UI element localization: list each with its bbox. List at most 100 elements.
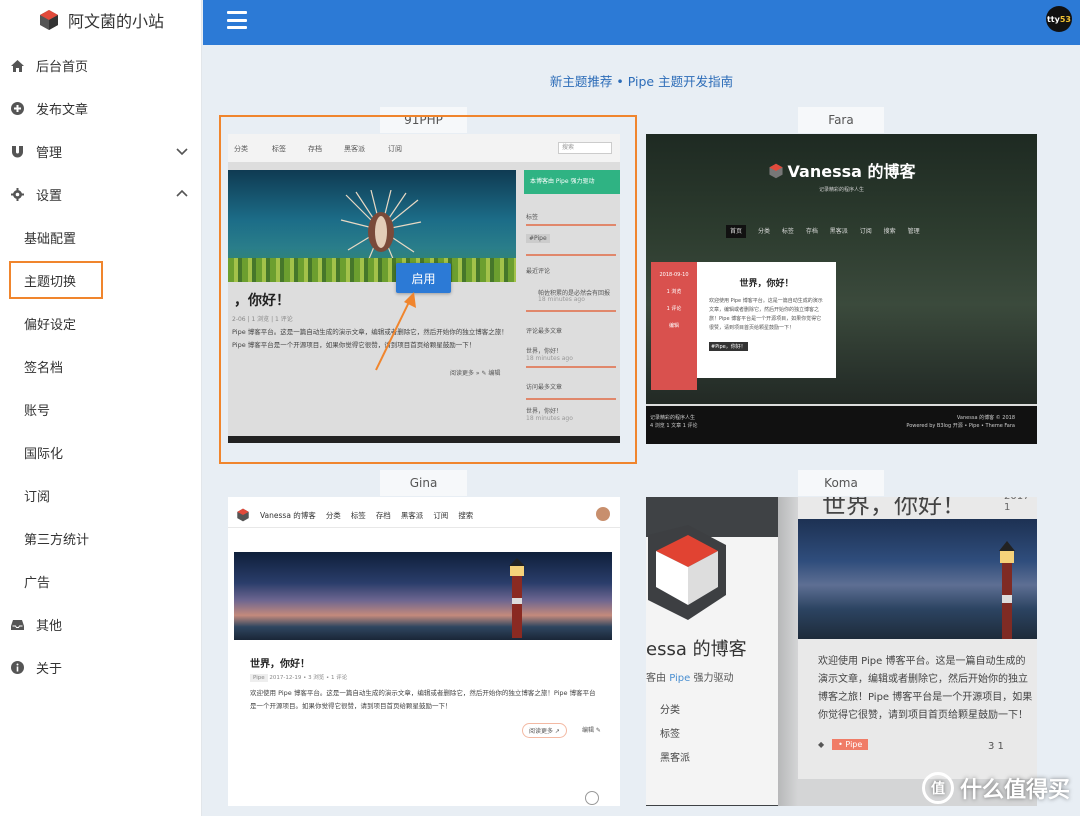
preview-footer-right: Vanessa 的博客 © 2018 Powered by B3log 开源 • … — [906, 414, 1015, 430]
sidebar-subitem-account[interactable]: 账号 — [0, 388, 201, 431]
preview-tag: #Pipe — [526, 234, 550, 243]
preview-nav-item: 黑客派 — [660, 753, 690, 764]
preview-meta-text: 2017-12-19 • 3 浏览 • 1 评论 — [269, 675, 348, 681]
sidebar-item-label: 发布文章 — [36, 103, 89, 118]
preview-nav-item: 管理 — [907, 228, 920, 235]
theme-card-fara[interactable]: Vanessa 的博客 记录精彩的程序人生 首页 分类 标签 存档 黑客派 订阅… — [646, 134, 1037, 444]
avatar-text: tty — [1046, 14, 1060, 24]
sidebar-item-about[interactable]: 关于 — [0, 646, 201, 689]
preview-side-heading: 最近评论 — [526, 268, 551, 275]
preview-blog-subtitle: 记录精彩的程序人生 — [818, 187, 864, 193]
preview-nav-item: 存档 — [805, 228, 818, 235]
preview-navbar: Vanessa 的博客 分类 标签 存档 黑客派 订阅 搜索 — [236, 505, 612, 525]
menu-icon[interactable] — [227, 11, 247, 29]
plus-circle-icon — [10, 102, 24, 116]
preview-side-link: 世界，你好！ — [526, 408, 563, 415]
sidebar-item-label: 后台首页 — [36, 60, 89, 75]
preview-nav-item: 标签 — [781, 228, 794, 235]
sidebar-subitem-preference[interactable]: 偏好设定 — [0, 302, 201, 345]
sidebar-item-manage[interactable]: 管理 — [0, 130, 201, 173]
preview-post-meta: Pipe 2017-12-19 • 3 浏览 • 1 评论 — [250, 673, 348, 682]
theme-card-koma[interactable]: essa 的博客 客由 Pipe 强力驱动 分类 标签 黑客派 世界，你好！ 2… — [646, 497, 1037, 806]
preview-navbar: 首页 分类 标签 存档 黑客派 订阅 搜索 管理 — [726, 225, 930, 238]
logo-icon — [237, 508, 249, 522]
sidebar-subitem-basic[interactable]: 基础配置 — [0, 216, 201, 259]
preview-read-more: 阅读更多 ↗ — [522, 723, 567, 738]
recommend-link[interactable]: 新主题推荐 • Pipe 主题开发指南 — [203, 71, 1080, 90]
preview-read-more: 阅读更多 » ✎ 编辑 — [450, 370, 501, 377]
enable-theme-button[interactable]: 启用 — [396, 263, 451, 293]
theme-card-gina[interactable]: Vanessa 的博客 分类 标签 存档 黑客派 订阅 搜索 世界，你好！ Pi… — [228, 497, 620, 806]
preview-hero-image — [798, 519, 1037, 639]
preview-powered-text: 强力驱动 — [690, 673, 734, 684]
sidebar-item-label: 国际化 — [24, 447, 64, 462]
preview-side-heading: 标签 — [526, 214, 539, 221]
sidebar-item-label: 签名档 — [24, 361, 64, 376]
preview-date: 2018-09-10 — [659, 272, 689, 278]
sidebar-item-label: 基础配置 — [24, 232, 77, 247]
preview-powered-link: Pipe — [669, 673, 691, 684]
theme-name-fara: Fara — [798, 107, 884, 133]
preview-post-title: 世界，你好！ — [250, 659, 310, 670]
logo-icon — [768, 163, 783, 179]
menu-icon — [585, 791, 599, 805]
preview-navbar: 分类 标签 存档 黑客派 订阅 搜索 — [228, 134, 620, 162]
info-icon — [10, 661, 24, 675]
preview-views: 1 浏览 — [666, 289, 682, 295]
preview-footer-stats: 4 浏览 1 文章 1 评论 — [650, 423, 698, 429]
sidebar: 阿文菌的小站 后台首页 发布文章 管理 设置 基础配置 主题切换 偏好设定 签名… — [0, 0, 202, 816]
avatar[interactable]: tty 53 — [1046, 6, 1072, 32]
preview-nav-item: 黑客派 — [400, 510, 424, 520]
sidebar-subitem-i18n[interactable]: 国际化 — [0, 431, 201, 474]
divider — [526, 310, 616, 312]
sidebar-subitem-ads[interactable]: 广告 — [0, 560, 201, 603]
preview-post-title: 世界，你好！ — [822, 497, 966, 519]
preview-sidebar: 本博客由 Pipe 强力驱动 标签 #Pipe 最近评论 帕佐积累的是必然会有回… — [524, 170, 620, 443]
sidebar-subitem-signature[interactable]: 签名档 — [0, 345, 201, 388]
sidebar-item-label: 其他 — [36, 619, 63, 634]
sidebar-item-dashboard[interactable]: 后台首页 — [0, 44, 201, 87]
preview-nav-item: 标签 — [660, 729, 680, 740]
preview-tag: #Pipe，你好！ — [709, 342, 748, 351]
preview-nav-item: 黑客派 — [829, 228, 848, 235]
preview-search: 搜索 — [558, 142, 612, 154]
active-highlight — [9, 261, 103, 299]
sidebar-item-new-post[interactable]: 发布文章 — [0, 87, 201, 130]
preview-side-time: 18 minutes ago — [526, 415, 573, 422]
preview-nav-item: 分类 — [660, 705, 680, 716]
sidebar-item-settings[interactable]: 设置 — [0, 173, 201, 216]
inbox-icon — [10, 618, 24, 632]
chevron-down-icon — [176, 148, 188, 156]
preview-post-text: 欢迎使用 Pipe 博客平台。这是一篇自动生成的演示文章，编辑或者删除它，然后开… — [818, 656, 1033, 721]
divider — [526, 366, 616, 368]
sidebar-subitem-subscribe[interactable]: 订阅 — [0, 474, 201, 517]
preview-post-meta: 2-06 | 1 浏览 | 1 评论 — [232, 316, 293, 323]
preview-tag: • Pipe — [832, 739, 869, 750]
preview-side-time: 18 minutes ago — [526, 355, 573, 362]
preview-side-heading: 评论最多文章 — [526, 328, 563, 335]
preview-tags: ◆ • Pipe — [818, 739, 869, 750]
watermark-text: 什么值得买 — [959, 778, 1070, 803]
preview-blog-title: essa 的博客 — [646, 639, 747, 660]
brand-title: 阿文菌的小站 — [68, 12, 165, 31]
divider — [778, 497, 798, 806]
preview-footer-left: 记录精彩的程序人生 4 浏览 1 文章 1 评论 — [650, 414, 698, 430]
sidebar-nav: 后台首页 发布文章 管理 设置 基础配置 主题切换 偏好设定 签名档 账号 国际… — [0, 44, 201, 689]
preview-hero-image — [234, 552, 612, 640]
theme-name-gina: Gina — [380, 470, 467, 496]
preview-nav-item: 标签 — [350, 510, 366, 520]
brand[interactable]: 阿文菌的小站 — [0, 0, 201, 40]
avatar-number: 53 — [1059, 14, 1071, 24]
logo-icon — [648, 525, 726, 620]
preview-comments: 1 评论 — [666, 306, 682, 312]
preview-nav-item: 存档 — [308, 145, 322, 153]
preview-comment-time: 18 minutes ago — [538, 296, 585, 303]
sidebar-subitem-theme[interactable]: 主题切换 — [0, 259, 201, 302]
avatar — [596, 507, 610, 521]
sidebar-subitem-stats[interactable]: 第三方统计 — [0, 517, 201, 560]
preview-nav-item: 首页 — [726, 225, 747, 238]
arrow-annotation-icon — [375, 292, 416, 371]
preview-nav-item: 分类 — [234, 145, 248, 153]
preview-post-card: 世界，你好！ 2017-1 欢迎使用 Pipe 博客平台。这是一篇自动生成的演示… — [798, 497, 1037, 779]
sidebar-item-others[interactable]: 其他 — [0, 603, 201, 646]
